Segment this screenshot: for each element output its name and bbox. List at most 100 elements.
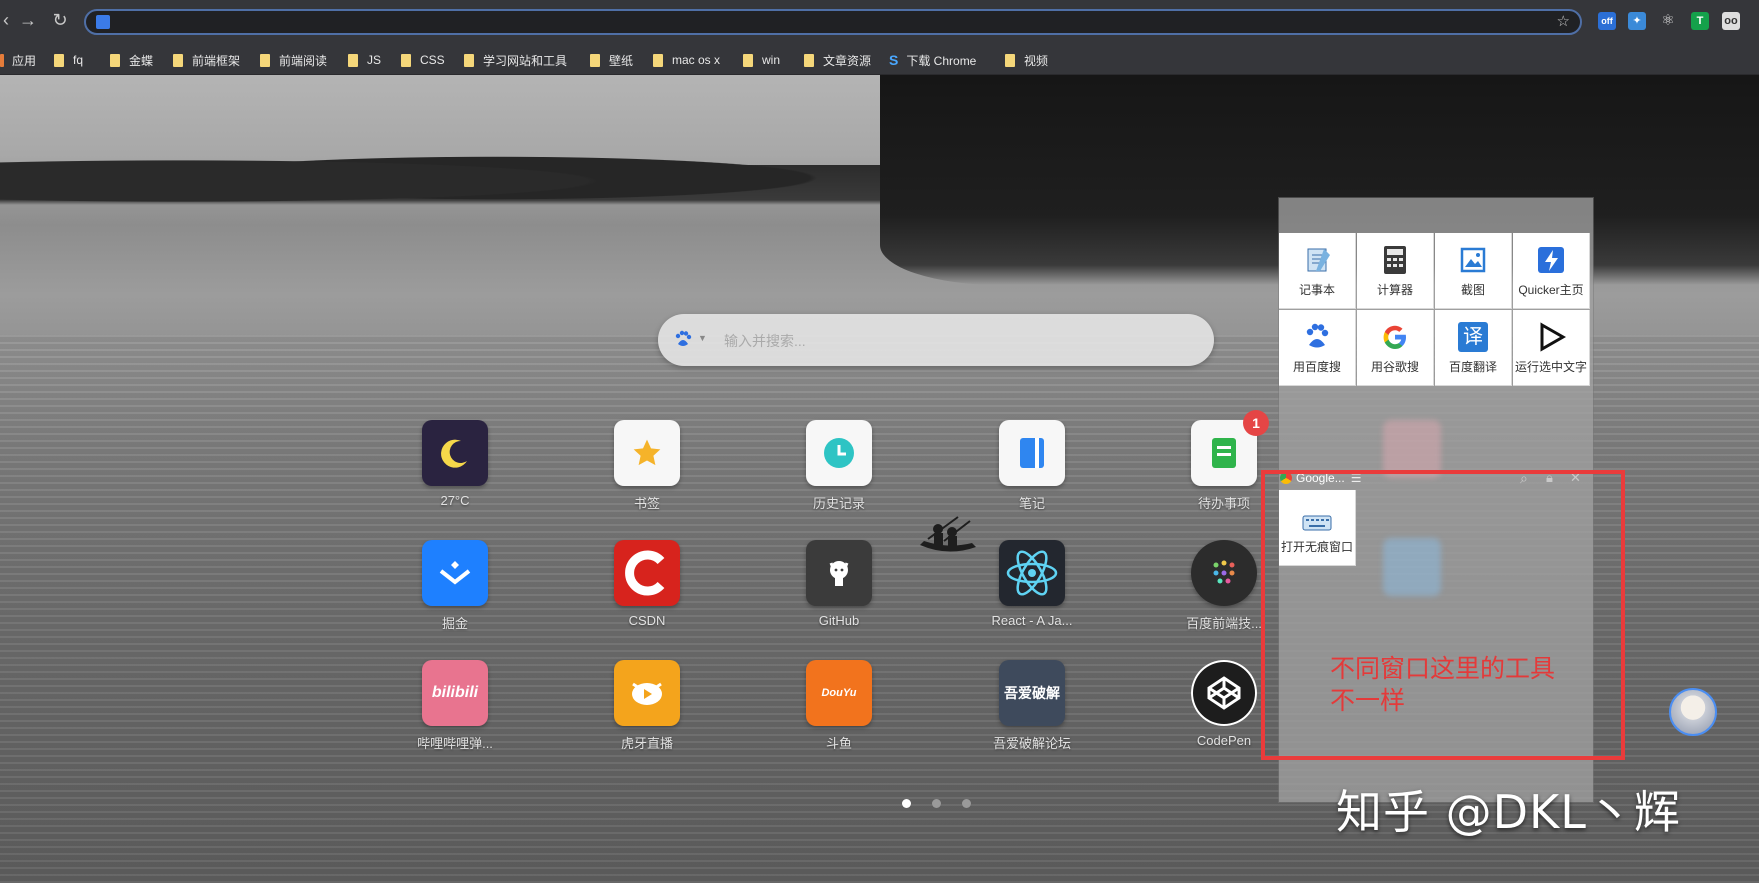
search-box[interactable]: ▼: [658, 314, 1214, 366]
baidu-paw-icon[interactable]: [672, 329, 694, 351]
page-dot-2[interactable]: [932, 799, 941, 808]
app-52pojie[interactable]: 吾爱破解 吾爱破解论坛: [977, 660, 1087, 752]
app-react[interactable]: React - A Ja...: [977, 540, 1087, 628]
bookmark-label: 壁纸: [609, 53, 634, 68]
quicker-action-run-selection[interactable]: 运行选中文字: [1513, 310, 1590, 386]
clock-icon: [806, 420, 872, 486]
quicker-action-label: 计算器: [1376, 283, 1413, 297]
folder-icon: [110, 53, 120, 67]
quicker-action-screenshot[interactable]: 截图: [1435, 233, 1512, 309]
bookmark-folder-reading[interactable]: 前端阅读: [260, 52, 327, 68]
bookmark-label: win: [762, 53, 781, 67]
extension-atom-icon[interactable]: ⚛: [1659, 12, 1677, 30]
app-label: 掘金: [441, 616, 468, 631]
bookmark-folder-jindie[interactable]: 金蝶: [110, 52, 153, 68]
page-dot-1[interactable]: [902, 799, 911, 808]
app-label: React - A Ja...: [991, 613, 1073, 628]
douyu-logo-icon: DouYu: [821, 687, 857, 699]
app-label: 27°C: [440, 493, 470, 508]
address-bar[interactable]: ☆: [84, 9, 1582, 35]
bookmark-folder-js[interactable]: JS: [348, 52, 381, 68]
bookmark-folder-learning[interactable]: 学习网站和工具: [464, 52, 567, 68]
app-label: 斗鱼: [825, 736, 852, 751]
star-icon: [614, 420, 680, 486]
quicker-action-label: Quicker主页: [1518, 283, 1584, 297]
folder-icon: [1005, 53, 1015, 67]
app-bilibili[interactable]: bilibili 哔哩哔哩弹...: [400, 660, 510, 752]
bookmark-folder-frameworks[interactable]: 前端框架: [173, 52, 240, 68]
bookmark-folder-video[interactable]: 视频: [1005, 52, 1048, 68]
app-huya[interactable]: 虎牙直播: [592, 660, 702, 752]
extension-puzzle-icon[interactable]: ✦: [1628, 12, 1646, 30]
react-atom-icon: [999, 540, 1065, 606]
back-icon[interactable]: ‹: [0, 10, 16, 30]
bookmark-label: CSS: [420, 53, 445, 67]
search-input[interactable]: [722, 328, 1186, 354]
avatar[interactable]: [1669, 688, 1717, 736]
app-label: 虎牙直播: [620, 736, 673, 751]
tile: [999, 540, 1065, 606]
bookmark-label: JS: [367, 53, 382, 67]
app-weather[interactable]: 27°C: [400, 420, 510, 508]
app-notes[interactable]: 笔记: [977, 420, 1087, 512]
quicker-action-notepad[interactable]: 记事本: [1279, 233, 1356, 309]
bookmark-folder-macos[interactable]: mac os x: [653, 52, 720, 68]
reload-icon[interactable]: ↻: [50, 10, 70, 30]
tile: [614, 540, 680, 606]
extension-t-icon[interactable]: T: [1691, 12, 1709, 30]
tile: [999, 420, 1065, 486]
bookmark-folder-win[interactable]: win: [743, 52, 780, 68]
app-history[interactable]: 历史记录: [784, 420, 894, 512]
bookmark-folder-fq[interactable]: fq: [54, 52, 83, 68]
calculator-icon: [1357, 233, 1433, 275]
quicker-action-label: 百度翻译: [1448, 360, 1497, 374]
annotation-text: 不同窗口这里的工具不一样: [1330, 656, 1556, 715]
quicker-action-label: 记事本: [1298, 283, 1335, 297]
juejin-logo-icon: [422, 540, 488, 606]
page-dot-3[interactable]: [962, 799, 971, 808]
tile: 吾爱破解: [999, 660, 1065, 726]
folder-icon: [743, 53, 753, 67]
quicker-action-calculator[interactable]: 计算器: [1357, 233, 1434, 309]
forward-arrow-icon[interactable]: →: [18, 10, 38, 30]
baidu-paw-icon: [1279, 310, 1355, 352]
bookmark-label: 文章资源: [823, 53, 872, 68]
quicker-action-label: 截图: [1460, 283, 1485, 297]
app-juejin[interactable]: 掘金: [400, 540, 510, 632]
folder-icon: [653, 53, 663, 67]
app-douyu[interactable]: DouYu 斗鱼: [784, 660, 894, 752]
huya-logo-icon: [614, 660, 680, 726]
engine-dropdown-icon[interactable]: ▼: [698, 333, 707, 343]
bookmark-download-chrome[interactable]: S 下载 Chrome: [889, 52, 976, 68]
quicker-action-google-search[interactable]: 用谷歌搜: [1357, 310, 1434, 386]
app-github[interactable]: GitHub: [784, 540, 894, 628]
bilibili-logo-icon: bilibili: [431, 684, 479, 701]
tile: bilibili: [422, 660, 488, 726]
app-label: 哔哩哔哩弹...: [417, 736, 493, 751]
app-bookmarks[interactable]: 书签: [592, 420, 702, 512]
quicker-action-baidu-translate[interactable]: 译 百度翻译: [1435, 310, 1512, 386]
extension-off-icon[interactable]: off: [1598, 12, 1616, 30]
image-crop-icon: [1435, 233, 1511, 275]
quicker-action-label: 用百度搜: [1292, 360, 1341, 374]
tile: [422, 540, 488, 606]
play-triangle-icon: [1513, 310, 1589, 352]
bookmark-folder-css[interactable]: CSS: [401, 52, 445, 68]
app-csdn[interactable]: CSDN: [592, 540, 702, 628]
quicker-action-homepage[interactable]: Quicker主页: [1513, 233, 1590, 309]
bookmark-label: 前端阅读: [279, 53, 328, 68]
tile: [806, 540, 872, 606]
quicker-action-baidu-search[interactable]: 用百度搜: [1279, 310, 1356, 386]
bookmark-folder-wallpaper[interactable]: 壁纸: [590, 52, 633, 68]
apps-icon: [0, 53, 4, 67]
bookmark-label: mac os x: [672, 53, 721, 67]
bookmark-star-icon[interactable]: ☆: [1557, 12, 1570, 30]
watermark: 知乎 @DKL丶辉: [1336, 785, 1681, 839]
folder-icon: [590, 53, 600, 67]
tile: [422, 420, 488, 486]
bookmark-folder-articles[interactable]: 文章资源: [804, 52, 871, 68]
app-label: CSDN: [628, 613, 666, 628]
extension-oo-icon[interactable]: oo: [1722, 12, 1740, 30]
bookmark-apps[interactable]: 应用: [0, 52, 36, 68]
quicker-action-label: 运行选中文字: [1514, 360, 1587, 374]
